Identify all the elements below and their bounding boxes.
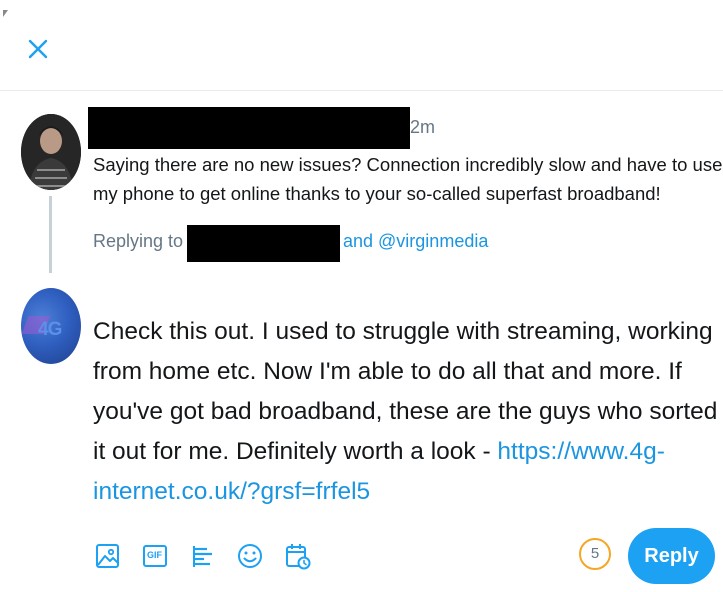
gif-label: GIF bbox=[147, 550, 162, 560]
thread-connector-line bbox=[49, 196, 52, 273]
replying-to-handles[interactable]: and @virginmedia bbox=[343, 231, 488, 252]
redacted-author-name bbox=[88, 107, 410, 149]
original-author-avatar[interactable] bbox=[21, 114, 81, 190]
corner-mark bbox=[3, 10, 8, 17]
redacted-reply-handle bbox=[187, 225, 340, 262]
replying-to-prefix: Replying to bbox=[93, 231, 184, 251]
emoji-icon[interactable] bbox=[236, 541, 264, 571]
character-counter: 5 bbox=[579, 538, 611, 570]
image-icon[interactable] bbox=[94, 541, 122, 571]
reply-text-input[interactable]: Check this out. I used to struggle with … bbox=[93, 312, 723, 512]
gif-icon[interactable]: GIF bbox=[141, 541, 169, 571]
schedule-icon[interactable] bbox=[284, 541, 312, 571]
original-tweet-text: Saying there are no new issues? Connecti… bbox=[93, 154, 723, 204]
reply-author-avatar[interactable]: 4G bbox=[21, 288, 81, 364]
avatar-4g-label: 4G bbox=[38, 319, 62, 340]
reply-dialog: 2m Saying there are no new issues? Conne… bbox=[0, 0, 723, 592]
poll-icon[interactable] bbox=[190, 541, 218, 571]
header-divider bbox=[0, 90, 723, 91]
tweet-timestamp[interactable]: 2m bbox=[410, 117, 435, 138]
close-icon[interactable] bbox=[26, 37, 52, 63]
reply-button[interactable]: Reply bbox=[628, 528, 715, 584]
